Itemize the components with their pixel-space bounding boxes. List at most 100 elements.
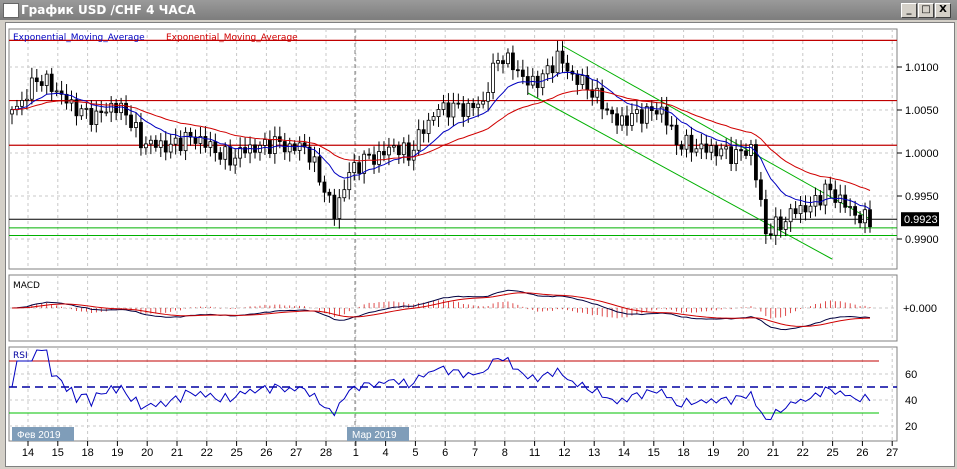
candle-body: [421, 129, 426, 134]
candle-body: [426, 119, 431, 134]
x-tick-label: 18: [81, 447, 93, 459]
x-tick-label: 14: [618, 447, 630, 459]
candle-body: [709, 145, 714, 153]
rsi-tick-label: 60: [905, 369, 917, 381]
candle-body: [590, 89, 595, 98]
x-tick-label: 22: [201, 447, 213, 459]
candle-body: [10, 109, 14, 115]
candle-body: [525, 76, 530, 86]
candle-body: [545, 65, 550, 75]
candle-body: [436, 109, 441, 118]
candle-body: [778, 216, 783, 230]
x-tick-label: 22: [797, 447, 809, 459]
x-tick-label: 12: [558, 447, 570, 459]
candle-body: [644, 106, 649, 124]
candle-body: [20, 100, 24, 107]
candle-body: [704, 143, 709, 153]
candle-body: [501, 60, 505, 65]
candle-body: [744, 150, 748, 156]
candle-body: [144, 143, 148, 149]
x-tick-label: 25: [826, 447, 838, 459]
candle-body: [798, 205, 803, 215]
candle-body: [615, 113, 619, 126]
candle-body: [679, 144, 684, 150]
x-tick-label: 14: [22, 447, 34, 459]
candle-body: [813, 195, 818, 207]
candle-body: [362, 153, 367, 174]
candle-body: [758, 179, 763, 200]
candle-body: [461, 103, 466, 117]
x-tick-label: 1: [353, 447, 359, 459]
candle-body: [793, 208, 798, 215]
candle-body: [347, 172, 352, 191]
candle-body: [565, 62, 570, 72]
candle-body: [352, 162, 357, 173]
x-tick-label: 13: [588, 447, 600, 459]
price-label: 0.9950: [905, 191, 939, 203]
candle-body: [446, 102, 451, 118]
candle-body: [868, 209, 872, 228]
x-tick-label: 19: [707, 447, 719, 459]
candle-body: [724, 146, 729, 150]
candle-body: [783, 221, 788, 230]
candle-body: [44, 73, 49, 86]
candle-body: [317, 156, 322, 183]
candle-body: [34, 77, 39, 83]
x-tick-label: 26: [856, 447, 868, 459]
candle-body: [739, 149, 743, 152]
candle-body: [367, 153, 371, 156]
candle-body: [843, 194, 848, 208]
candle-body: [228, 146, 233, 166]
candle-body: [625, 115, 629, 126]
x-tick-label: 21: [767, 447, 779, 459]
candle-body: [754, 144, 758, 181]
x-tick-label: 8: [502, 447, 508, 459]
candle-body: [263, 139, 267, 146]
candle-body: [139, 122, 143, 149]
x-tick-label: 5: [412, 447, 418, 459]
candle-body: [530, 75, 535, 86]
candle-body: [763, 199, 768, 235]
candle-body: [580, 75, 585, 85]
candle-body: [391, 145, 396, 148]
candle-body: [39, 81, 44, 86]
candle-body: [669, 124, 674, 127]
candle-body: [193, 136, 198, 144]
candle-body: [863, 209, 867, 224]
candle-body: [233, 157, 238, 166]
candle-body: [287, 143, 292, 153]
candle-body: [515, 69, 520, 72]
candle-body: [828, 183, 833, 191]
candle-body: [773, 216, 778, 236]
candle-body: [382, 151, 386, 156]
candle-body: [833, 189, 838, 203]
candle-body: [491, 62, 495, 93]
candle-body: [168, 143, 173, 153]
candle-body: [456, 102, 461, 105]
candle-body: [595, 87, 600, 98]
candle-body: [431, 116, 436, 121]
x-tick-label: 18: [677, 447, 689, 459]
price-chart[interactable]: 14 15 18 19 20 21 22 25 26 27 28 1 4 5 6 7 8 11 12 13 14 15 18…: [0, 0, 957, 469]
x-tick-label: 4: [383, 447, 389, 459]
candle-body: [664, 106, 669, 126]
candle-body: [213, 141, 218, 153]
candle-body: [387, 146, 391, 156]
candle-body: [620, 115, 624, 126]
candle-body: [729, 146, 734, 165]
candle-body: [129, 114, 133, 128]
rsi-tick-label: 40: [905, 395, 917, 407]
legend-ema-slow: Exponential_Moving_Average: [166, 33, 298, 43]
candle-body: [684, 134, 689, 150]
candle-body: [719, 148, 724, 157]
x-tick-label: 28: [320, 447, 332, 459]
price-label: 0.9900: [905, 234, 939, 246]
candle-body: [183, 131, 188, 152]
candle-body: [659, 106, 664, 115]
candle-body: [357, 162, 362, 174]
macd-label: MACD: [13, 281, 40, 291]
current-price-label: 0.9923: [904, 214, 938, 226]
candle-body: [560, 50, 565, 64]
candle-body: [312, 156, 317, 163]
candle-body: [451, 102, 456, 118]
